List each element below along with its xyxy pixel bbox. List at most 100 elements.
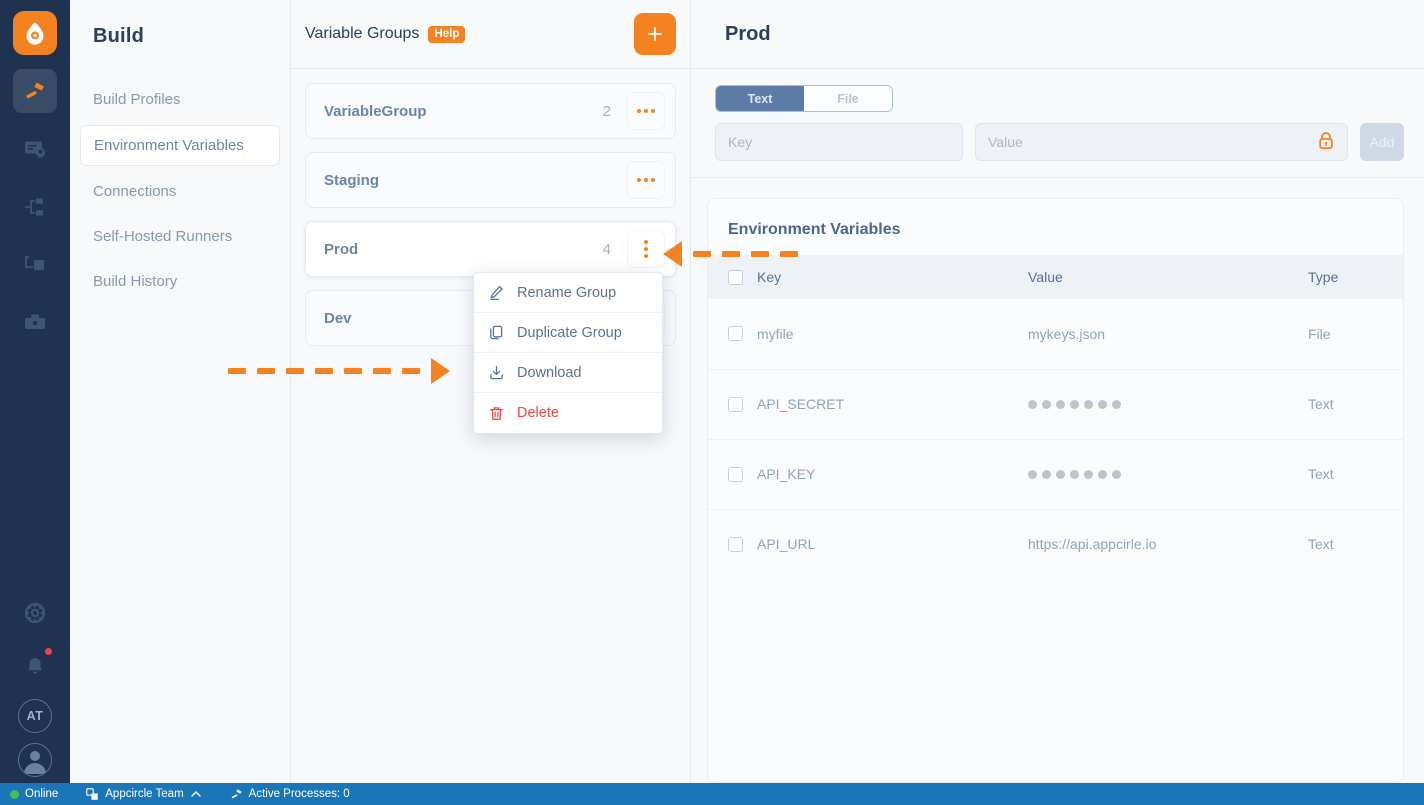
nav-list: Build Profiles Environment Variables Con… bbox=[70, 80, 290, 301]
context-menu-label: Duplicate Group bbox=[517, 324, 622, 341]
row-key: myfile bbox=[757, 325, 794, 342]
column-header-value: Value bbox=[1028, 255, 1308, 299]
more-horizontal-icon[interactable] bbox=[627, 161, 665, 199]
variable-group-name: Dev bbox=[324, 309, 352, 327]
variable-group-row-variablegroup[interactable]: VariableGroup 2 bbox=[305, 83, 676, 139]
rail-item-distribution[interactable] bbox=[13, 185, 57, 229]
tab-file[interactable]: File bbox=[804, 86, 892, 111]
more-horizontal-icon[interactable] bbox=[627, 92, 665, 130]
more-vertical-icon[interactable] bbox=[627, 230, 665, 268]
variable-group-name: VariableGroup bbox=[324, 102, 427, 120]
chevron-up-icon bbox=[190, 791, 201, 797]
icon-rail: AT bbox=[0, 0, 70, 805]
variable-group-row-staging[interactable]: Staging bbox=[305, 152, 676, 208]
row-value-masked bbox=[1028, 439, 1308, 510]
table-row[interactable]: myfile mykeys.json File bbox=[708, 299, 1403, 370]
environment-variables-title: Environment Variables bbox=[728, 221, 901, 238]
environment-variables-card: Environment Variables Key Value Type myf… bbox=[707, 198, 1404, 783]
column-header-type: Type bbox=[1308, 255, 1403, 299]
select-all-checkbox[interactable] bbox=[728, 269, 743, 285]
active-processes-label: Active Processes: 0 bbox=[248, 788, 350, 800]
toolbox-store-icon bbox=[25, 314, 45, 329]
variable-groups-title: Variable Groups bbox=[305, 25, 420, 42]
organization-initials-avatar[interactable]: AT bbox=[18, 699, 52, 733]
add-variable-button[interactable]: Add bbox=[1360, 123, 1404, 161]
value-input[interactable]: Value bbox=[975, 123, 1348, 161]
row-type: Text bbox=[1308, 536, 1334, 553]
appcircle-logo-icon[interactable] bbox=[13, 11, 57, 55]
hammer-build-icon bbox=[231, 788, 242, 798]
masked-value-dots bbox=[1028, 400, 1121, 409]
rail-item-settings[interactable] bbox=[13, 591, 57, 635]
context-menu-item-duplicate-group[interactable]: Duplicate Group bbox=[474, 313, 662, 353]
detail-title: Prod bbox=[725, 22, 771, 45]
page-title: Build bbox=[93, 25, 144, 47]
row-checkbox[interactable] bbox=[728, 466, 743, 482]
context-menu-label: Rename Group bbox=[517, 284, 617, 301]
rail-item-notifications[interactable] bbox=[13, 645, 57, 689]
rail-item-signing-identities[interactable] bbox=[13, 127, 57, 171]
sidebar-item-build-history[interactable]: Build History bbox=[80, 262, 280, 301]
detail-header: Prod bbox=[691, 0, 1424, 69]
online-status-label: Online bbox=[25, 788, 59, 800]
pencil-edit-icon bbox=[488, 284, 505, 301]
status-team-switcher[interactable]: Appcircle Team bbox=[72, 783, 215, 805]
context-menu-label: Download bbox=[517, 364, 582, 381]
status-active-processes[interactable]: Active Processes: 0 bbox=[216, 783, 364, 805]
user-avatar-icon[interactable] bbox=[18, 743, 52, 777]
sidebar-item-connections[interactable]: Connections bbox=[80, 172, 280, 211]
column-header-key: Key bbox=[757, 269, 782, 285]
context-menu-item-rename-group[interactable]: Rename Group bbox=[474, 273, 662, 313]
rail-item-store-submit[interactable] bbox=[13, 301, 57, 345]
organization-initials-label: AT bbox=[26, 709, 44, 723]
team-label: Appcircle Team bbox=[105, 788, 184, 800]
rail-bottom-group: AT bbox=[0, 591, 70, 777]
context-menu-label: Delete bbox=[517, 405, 559, 421]
hammer-build-icon bbox=[26, 82, 44, 99]
variable-group-count: 2 bbox=[602, 102, 611, 120]
value-input-placeholder: Value bbox=[988, 134, 1023, 150]
add-variable-group-button[interactable] bbox=[634, 13, 676, 55]
status-bar: Online Appcircle Team Active Processes: … bbox=[0, 783, 1424, 805]
variable-group-name: Staging bbox=[324, 171, 379, 189]
context-menu-item-delete[interactable]: Delete bbox=[474, 393, 662, 433]
rail-item-testing-distribution[interactable] bbox=[13, 243, 57, 287]
row-type: Text bbox=[1308, 439, 1403, 510]
table-row[interactable]: API_SECRET Text bbox=[708, 369, 1403, 440]
row-value: mykeys.json bbox=[1028, 299, 1308, 370]
switch-organization-icon bbox=[86, 787, 99, 800]
table-row[interactable]: API_URL https://api.appcirle.io Text bbox=[708, 509, 1403, 579]
tab-text[interactable]: Text bbox=[716, 86, 804, 111]
help-badge[interactable]: Help bbox=[428, 25, 466, 43]
download-icon bbox=[488, 364, 505, 381]
variable-type-tabs: Text File bbox=[715, 85, 893, 112]
variable-group-row-prod[interactable]: Prod 4 bbox=[305, 221, 676, 277]
table-row[interactable]: API_KEY Text bbox=[708, 439, 1403, 510]
variable-groups-header: Variable Groups Help bbox=[291, 0, 690, 69]
status-online[interactable]: Online bbox=[0, 783, 72, 805]
table-body: myfile mykeys.json File API_SECRET Text … bbox=[708, 299, 1403, 579]
environment-variables-table: Key Value Type myfile mykeys.json File A… bbox=[708, 255, 1403, 579]
add-variable-form: Text File Key Value Add bbox=[691, 69, 1424, 178]
plus-icon bbox=[648, 27, 662, 41]
lock-secret-icon[interactable] bbox=[1317, 131, 1335, 154]
row-type: Text bbox=[1308, 369, 1403, 440]
row-value-masked bbox=[1028, 369, 1308, 440]
context-menu-item-download[interactable]: Download bbox=[474, 353, 662, 393]
row-checkbox[interactable] bbox=[728, 536, 743, 552]
row-checkbox[interactable] bbox=[728, 326, 743, 342]
notification-badge-dot bbox=[44, 647, 53, 656]
sidebar-item-self-hosted-runners[interactable]: Self-Hosted Runners bbox=[80, 217, 280, 256]
row-key: API_SECRET bbox=[757, 396, 845, 412]
sidebar-item-build-profiles[interactable]: Build Profiles bbox=[80, 80, 280, 119]
certificate-signing-icon bbox=[25, 141, 46, 159]
key-input-placeholder: Key bbox=[728, 134, 753, 150]
row-checkbox[interactable] bbox=[728, 396, 743, 412]
masked-value-dots bbox=[1028, 470, 1121, 479]
build-nav-panel: Build Build Profiles Environment Variabl… bbox=[70, 0, 291, 805]
variable-group-name: Prod bbox=[324, 240, 359, 258]
rail-item-build[interactable] bbox=[13, 69, 57, 113]
row-type: File bbox=[1308, 299, 1403, 370]
sidebar-item-environment-variables[interactable]: Environment Variables bbox=[80, 125, 280, 166]
key-input[interactable]: Key bbox=[715, 123, 963, 161]
